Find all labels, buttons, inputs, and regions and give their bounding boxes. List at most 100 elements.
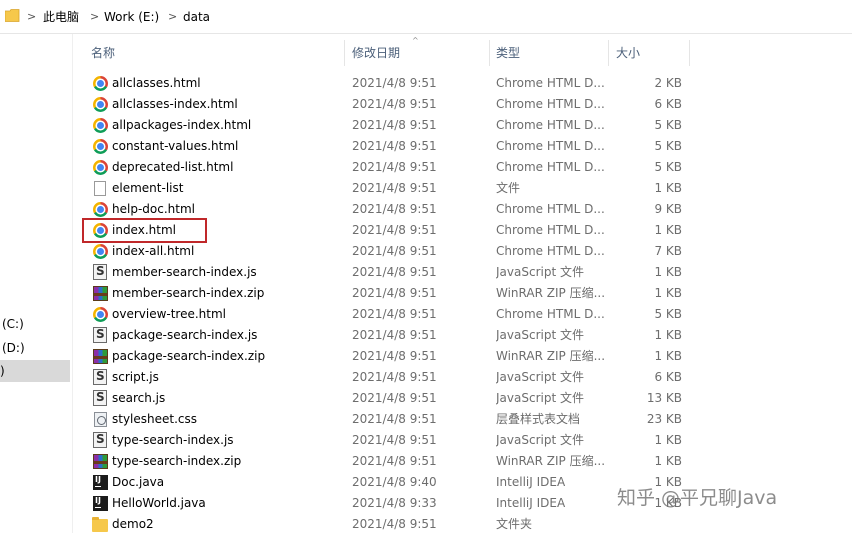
column-header-date[interactable]: 修改日期 xyxy=(352,38,482,68)
chrome-icon xyxy=(92,243,109,260)
column-divider[interactable] xyxy=(489,40,490,66)
chrome-icon xyxy=(92,138,109,155)
file-date: 2021/4/8 9:51 xyxy=(352,139,437,153)
nav-item-drive-d[interactable]: (D:) xyxy=(2,337,72,359)
file-row[interactable]: constant-values.html 2021/4/8 9:51 Chrome … xyxy=(82,136,690,157)
file-name: allclasses.html xyxy=(112,76,201,90)
file-name: demo2 xyxy=(112,517,154,531)
pane-divider[interactable] xyxy=(72,34,73,533)
winrar-zip-icon xyxy=(92,285,109,302)
file-row[interactable]: deprecated-list.html 2021/4/8 9:51 Chrome … xyxy=(82,157,690,178)
file-type: JavaScript 文件 xyxy=(496,391,584,405)
breadcrumb-data[interactable]: data xyxy=(183,9,210,25)
file-row[interactable]: stylesheet.css 2021/4/8 9:51 层叠样式表文档 23 KB xyxy=(82,409,690,430)
file-date: 2021/4/8 9:51 xyxy=(352,412,437,426)
file-date: 2021/4/8 9:51 xyxy=(352,76,437,90)
file-date: 2021/4/8 9:51 xyxy=(352,223,437,237)
column-header-name[interactable]: 名称 xyxy=(91,38,341,68)
file-name: search.js xyxy=(112,391,166,405)
breadcrumb-work-drive[interactable]: Work (E:) xyxy=(104,9,159,25)
file-name: script.js xyxy=(112,370,159,384)
file-row[interactable]: package-search-index.zip 2021/4/8 9:51 Win… xyxy=(82,346,690,367)
column-divider[interactable] xyxy=(344,40,345,66)
file-row[interactable]: demo2 2021/4/8 9:51 文件夹 xyxy=(82,514,690,535)
file-row[interactable]: member-search-index.zip 2021/4/8 9:51 WinR… xyxy=(82,283,690,304)
file-date: 2021/4/8 9:51 xyxy=(352,433,437,447)
file-name: type-search-index.js xyxy=(112,433,234,447)
file-name: element-list xyxy=(112,181,184,195)
file-size xyxy=(608,514,682,535)
nav-item-drive-e[interactable]: ) xyxy=(0,360,70,382)
file-name: overview-tree.html xyxy=(112,307,227,321)
highlight-box xyxy=(82,218,207,243)
file-date: 2021/4/8 9:51 xyxy=(352,160,437,174)
file-type: Chrome HTML D... xyxy=(496,223,605,237)
blank-file-icon xyxy=(92,180,109,197)
file-size: 6 KB xyxy=(654,97,682,111)
file-date: 2021/4/8 9:51 xyxy=(352,202,437,216)
file-date: 2021/4/8 9:33 xyxy=(352,496,437,510)
file-type: 层叠样式表文档 xyxy=(496,412,581,426)
css-file-icon xyxy=(92,411,109,428)
folder-icon xyxy=(92,516,109,533)
file-row[interactable]: type-search-index.zip 2021/4/8 9:51 WinRAR… xyxy=(82,451,690,472)
chrome-icon xyxy=(92,306,109,323)
file-type: WinRAR ZIP 压缩... xyxy=(496,286,606,300)
file-row[interactable]: overview-tree.html 2021/4/8 9:51 Chrome HT… xyxy=(82,304,690,325)
file-row[interactable]: allclasses.html 2021/4/8 9:51 Chrome HTML … xyxy=(82,73,690,94)
column-divider[interactable] xyxy=(689,40,690,66)
breadcrumb-this-pc[interactable]: 此电脑 xyxy=(43,9,79,25)
file-row[interactable]: HelloWorld.java 2021/4/8 9:33 IntelliJ IDE… xyxy=(82,493,690,514)
chrome-icon xyxy=(92,96,109,113)
file-name: help-doc.html xyxy=(112,202,195,216)
file-date: 2021/4/8 9:51 xyxy=(352,454,437,468)
chrome-icon xyxy=(92,201,109,218)
file-size: 1 KB xyxy=(654,328,682,342)
file-type: IntelliJ IDEA xyxy=(496,496,566,510)
file-name: package-search-index.js xyxy=(112,328,258,342)
file-type: Chrome HTML D... xyxy=(496,307,605,321)
file-size: 1 KB xyxy=(654,265,682,279)
column-header-type[interactable]: 类型 xyxy=(496,38,604,68)
file-row[interactable]: member-search-index.js 2021/4/8 9:51 JavaS… xyxy=(82,262,690,283)
column-header-size[interactable]: 大小 xyxy=(616,38,686,68)
file-name: constant-values.html xyxy=(112,139,239,153)
file-name: index-all.html xyxy=(112,244,195,258)
file-size: 5 KB xyxy=(654,118,682,132)
file-type: IntelliJ IDEA xyxy=(496,475,566,489)
address-bar[interactable]: > 此电脑 > Work (E:) > data xyxy=(0,0,852,34)
file-row[interactable]: allpackages-index.html 2021/4/8 9:51 Chrom… xyxy=(82,115,690,136)
file-size: 23 KB xyxy=(646,412,682,426)
file-date: 2021/4/8 9:51 xyxy=(352,181,437,195)
file-date: 2021/4/8 9:51 xyxy=(352,328,437,342)
javascript-file-icon xyxy=(92,390,109,407)
file-row[interactable]: allclasses-index.html 2021/4/8 9:51 Chrome… xyxy=(82,94,690,115)
nav-item-drive-c[interactable]: (C:) xyxy=(2,313,72,335)
column-divider[interactable] xyxy=(608,40,609,66)
file-row[interactable]: Doc.java2021/4/8 9:40IntelliJ IDEA1 KB xyxy=(82,472,690,493)
file-type: Chrome HTML D... xyxy=(496,244,605,258)
navigation-pane: (C:) (D:) ) xyxy=(0,34,72,533)
file-size: 1 KB xyxy=(654,223,682,237)
file-size: 1 KB xyxy=(654,433,682,447)
file-row[interactable]: type-search-index.js 2021/4/8 9:51 JavaScr… xyxy=(82,430,690,451)
chrome-icon xyxy=(92,75,109,92)
file-date: 2021/4/8 9:51 xyxy=(352,97,437,111)
file-row[interactable]: script.js 2021/4/8 9:51 JavaScript 文件 6 KB xyxy=(82,367,690,388)
file-type: JavaScript 文件 xyxy=(496,265,584,279)
breadcrumb-separator: > xyxy=(27,10,37,23)
file-date: 2021/4/8 9:51 xyxy=(352,307,437,321)
file-size: 1 KB xyxy=(654,454,682,468)
file-row[interactable]: element-list 2021/4/8 9:51 文件 1 KB xyxy=(82,178,690,199)
file-row[interactable]: search.js 2021/4/8 9:51 JavaScript 文件 13 KB xyxy=(82,388,690,409)
file-type: Chrome HTML D... xyxy=(496,160,605,174)
file-row[interactable]: index-all.html 2021/4/8 9:51 Chrome HTML D… xyxy=(82,241,690,262)
file-date: 2021/4/8 9:51 xyxy=(352,391,437,405)
file-date: 2021/4/8 9:40 xyxy=(352,475,437,489)
file-row[interactable]: help-doc.html 2021/4/8 9:51 Chrome HTML D.… xyxy=(82,199,690,220)
javascript-file-icon xyxy=(92,369,109,386)
file-type: JavaScript 文件 xyxy=(496,433,584,447)
file-size: 1 KB xyxy=(654,181,682,195)
file-row[interactable]: package-search-index.js 2021/4/8 9:51 Java… xyxy=(82,325,690,346)
file-date: 2021/4/8 9:51 xyxy=(352,265,437,279)
